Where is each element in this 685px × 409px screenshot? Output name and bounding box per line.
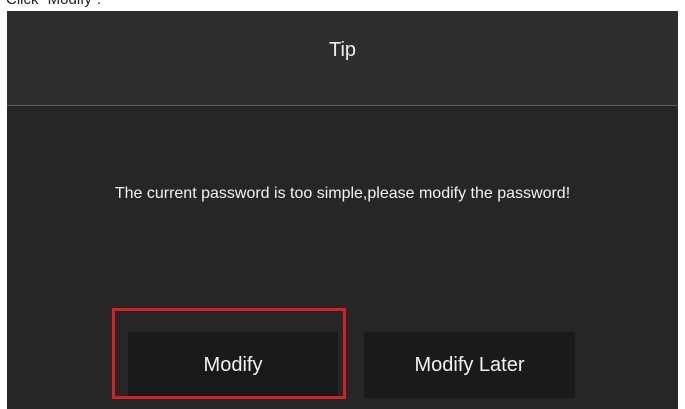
dialog-title: Tip bbox=[328, 39, 357, 61]
dialog-title-bar: Tip bbox=[7, 11, 678, 106]
tip-dialog: Tip The current password is too simple,p… bbox=[7, 11, 678, 409]
modify-button[interactable]: Modify bbox=[128, 332, 338, 398]
dialog-message: The current password is too simple,pleas… bbox=[114, 185, 571, 202]
instruction-caption: Click “Modify”. bbox=[6, 0, 101, 9]
modify-later-button[interactable]: Modify Later bbox=[364, 332, 575, 398]
